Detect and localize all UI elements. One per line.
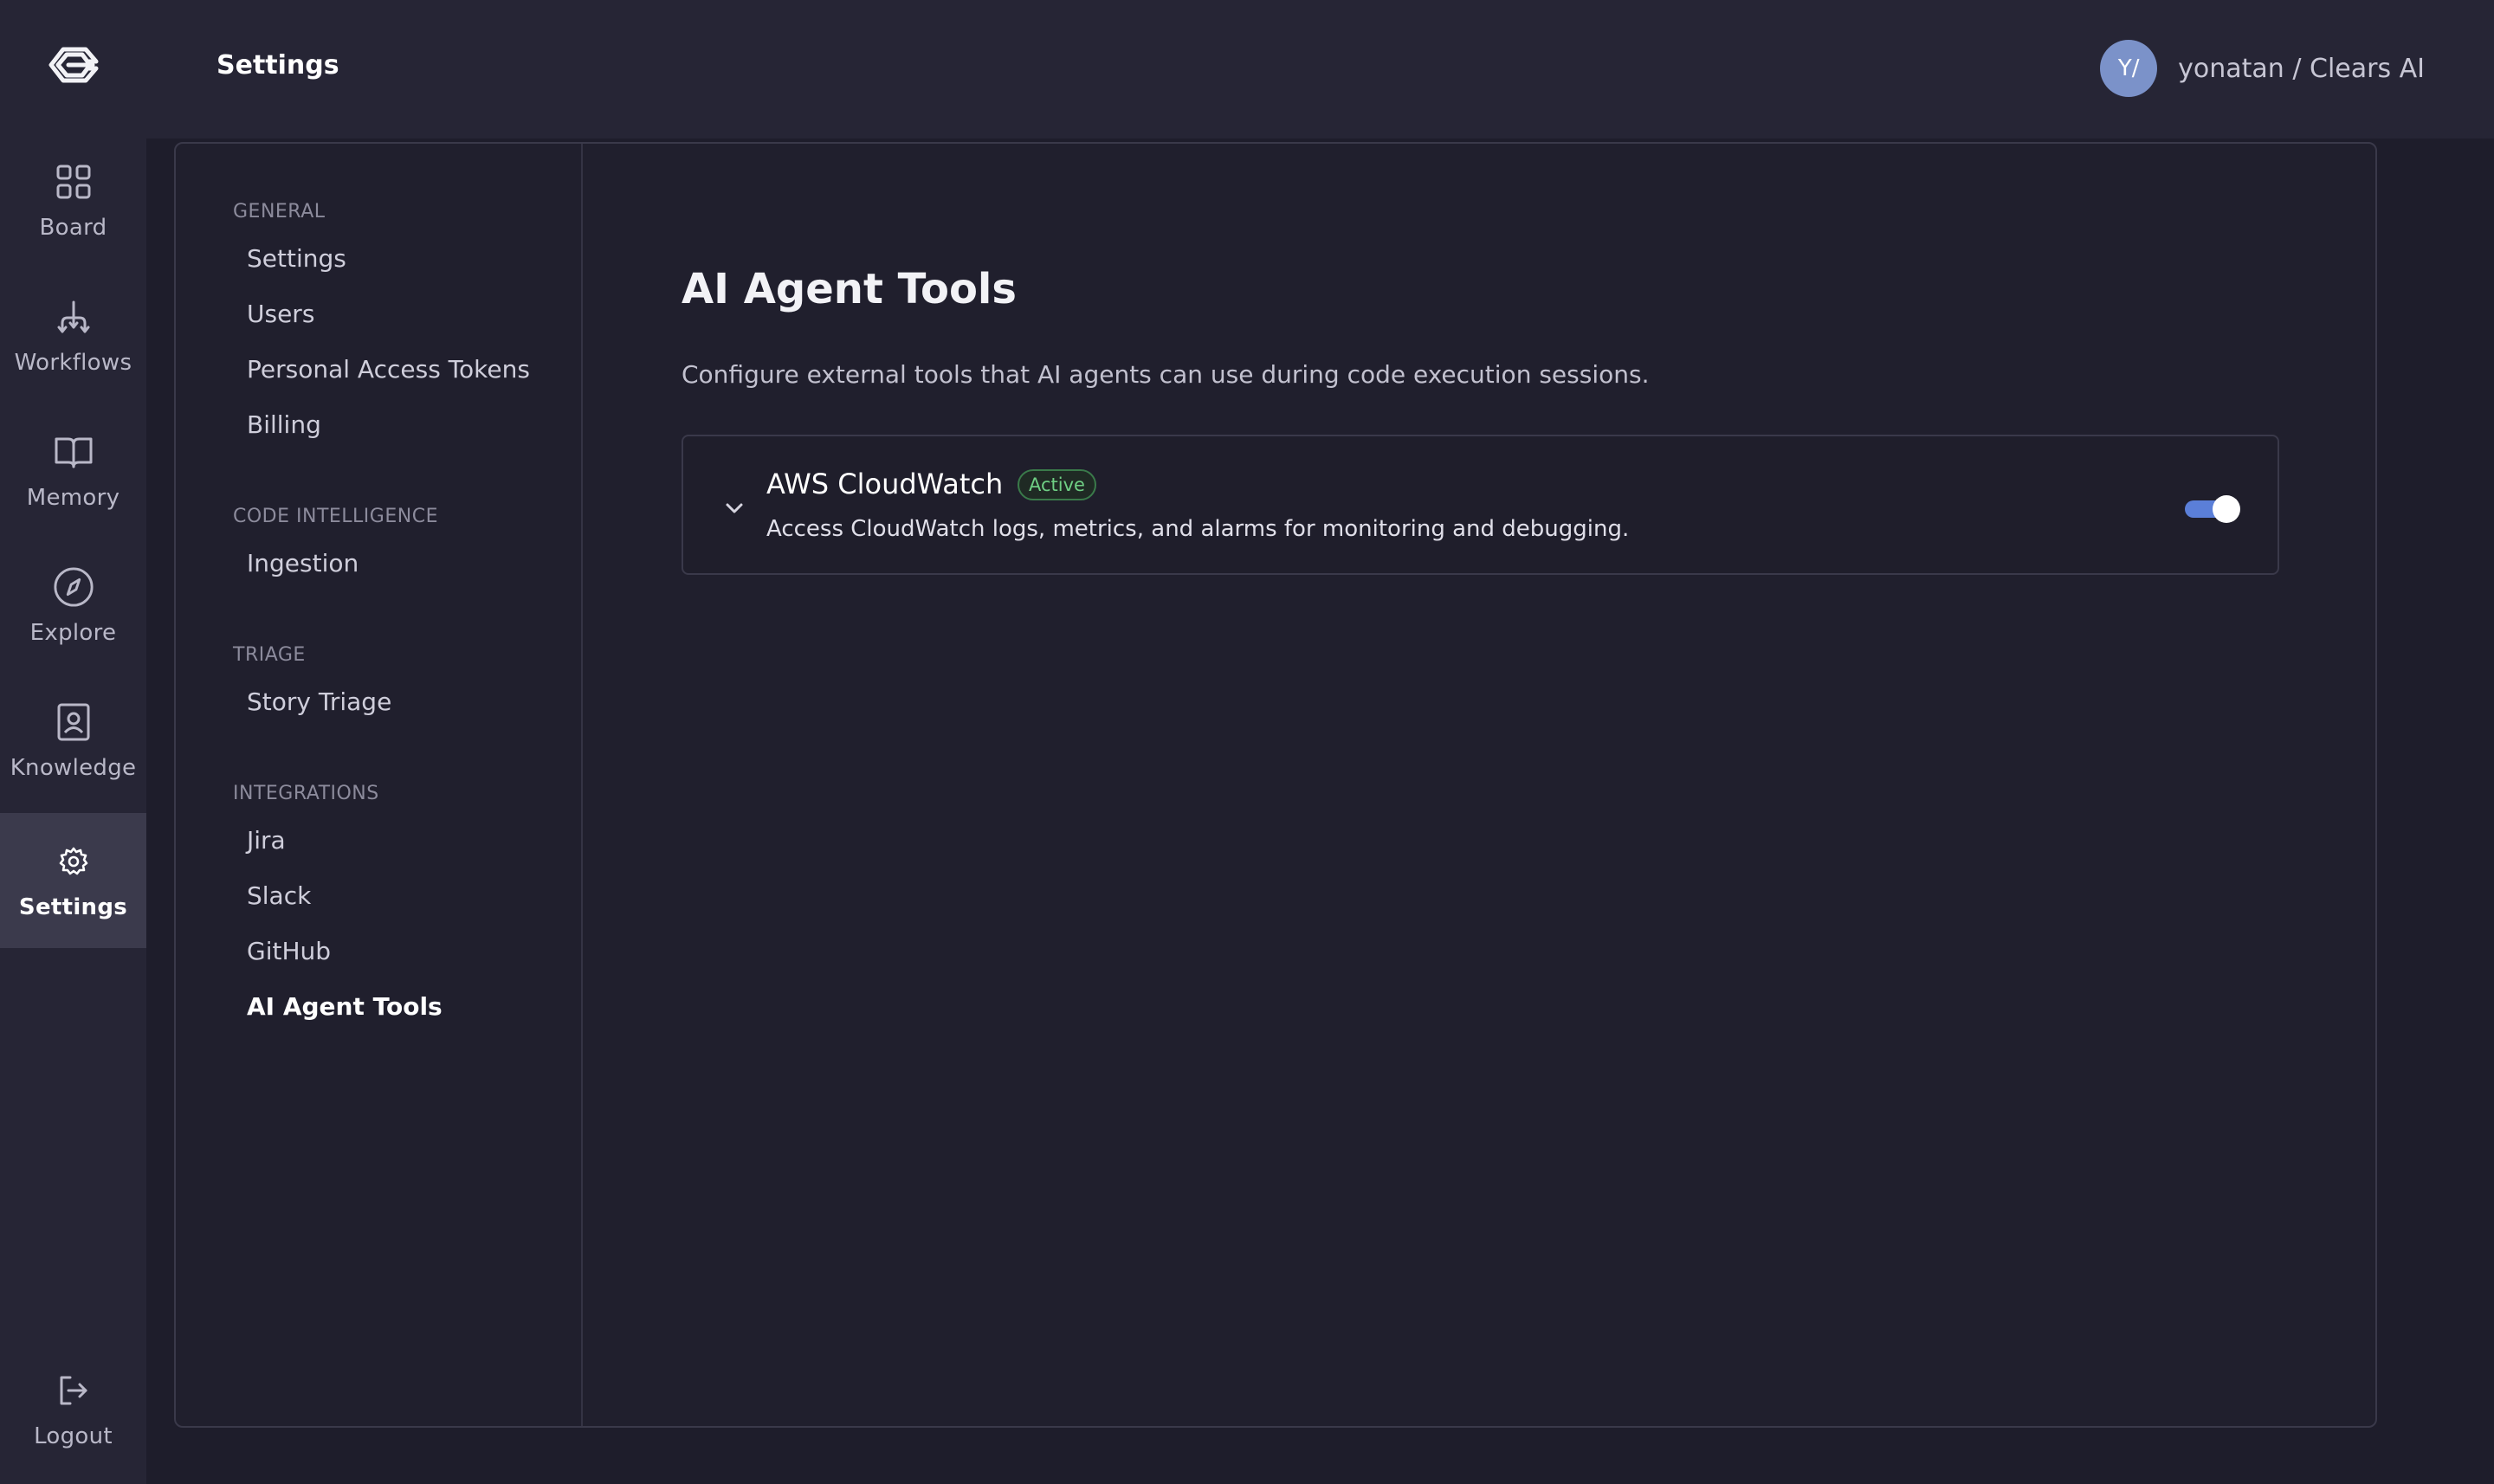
memory-icon xyxy=(53,431,94,473)
chevron-down-icon[interactable] xyxy=(723,497,746,519)
section-title: AI Agent Tools xyxy=(682,265,1017,313)
subnav-item-jira[interactable]: Jira xyxy=(247,826,286,855)
status-badge: Active xyxy=(1018,469,1096,500)
subnav-group-triage: TRIAGE xyxy=(233,644,306,666)
subnav-item-github[interactable]: GitHub xyxy=(247,937,331,965)
settings-panel: GENERAL Settings Users Personal Access T… xyxy=(174,142,2377,1428)
rail-item-knowledge[interactable]: Knowledge xyxy=(0,674,146,809)
logout-button[interactable]: Logout xyxy=(0,1342,146,1477)
subnav-item-ai-agent-tools[interactable]: AI Agent Tools xyxy=(247,992,443,1021)
subnav-group-general: GENERAL xyxy=(233,201,326,223)
workflows-icon xyxy=(53,296,94,338)
rail-item-workflows[interactable]: Workflows xyxy=(0,268,146,403)
user-menu[interactable]: Y/ yonatan / Clears AI xyxy=(2100,40,2425,97)
rail-item-label: Settings xyxy=(18,894,128,920)
app-logo[interactable] xyxy=(0,38,146,94)
subnav-item-users[interactable]: Users xyxy=(247,300,314,328)
section-description: Configure external tools that AI agents … xyxy=(682,360,1650,389)
user-org-name: yonatan / Clears AI xyxy=(2178,53,2425,84)
rail-item-label: Workflows xyxy=(14,350,132,376)
rail-item-board[interactable]: Board xyxy=(0,133,146,268)
tool-card-aws-cloudwatch[interactable]: AWS CloudWatch Active Access CloudWatch … xyxy=(682,435,2279,575)
subnav-group-integrations: INTEGRATIONS xyxy=(233,783,379,804)
subnav-item-slack[interactable]: Slack xyxy=(247,881,311,910)
board-icon xyxy=(53,161,94,203)
avatar: Y/ xyxy=(2100,40,2158,97)
knowledge-icon xyxy=(53,701,94,743)
page-title: Settings xyxy=(216,50,339,81)
rail-item-label: Knowledge xyxy=(10,755,137,781)
subnav-item-settings[interactable]: Settings xyxy=(247,244,346,273)
app-root: Board Workflows Memory Explore Knowledge… xyxy=(0,0,2494,1484)
rail-item-label: Explore xyxy=(29,620,117,646)
subnav-item-ingestion[interactable]: Ingestion xyxy=(247,549,359,577)
rail-item-settings[interactable]: Settings xyxy=(0,813,146,948)
content-area: AI Agent Tools Configure external tools … xyxy=(583,144,2375,1426)
rail-item-label: Board xyxy=(39,215,107,241)
rail-item-explore[interactable]: Explore xyxy=(0,539,146,674)
toggle-knob xyxy=(2213,495,2240,523)
subnav-group-code-intelligence: CODE INTELLIGENCE xyxy=(233,506,438,527)
tool-name: AWS CloudWatch xyxy=(766,468,1004,500)
subnav-item-billing[interactable]: Billing xyxy=(247,410,321,439)
left-rail: Board Workflows Memory Explore Knowledge… xyxy=(0,0,146,1484)
tool-enabled-toggle[interactable] xyxy=(2185,494,2240,523)
subnav-item-personal-access-tokens[interactable]: Personal Access Tokens xyxy=(247,355,530,384)
subnav-item-story-triage[interactable]: Story Triage xyxy=(247,687,391,716)
top-header: Settings Y/ yonatan / Clears AI xyxy=(146,0,2494,139)
logo-icon xyxy=(48,47,98,83)
rail-item-memory[interactable]: Memory xyxy=(0,403,146,539)
gear-icon xyxy=(53,841,94,882)
tool-description: Access CloudWatch logs, metrics, and ala… xyxy=(766,516,1630,542)
explore-icon xyxy=(53,566,94,608)
logout-icon xyxy=(53,1370,94,1411)
rail-item-label: Memory xyxy=(26,485,120,511)
logout-label: Logout xyxy=(34,1423,113,1449)
settings-subnav: GENERAL Settings Users Personal Access T… xyxy=(176,144,583,1426)
